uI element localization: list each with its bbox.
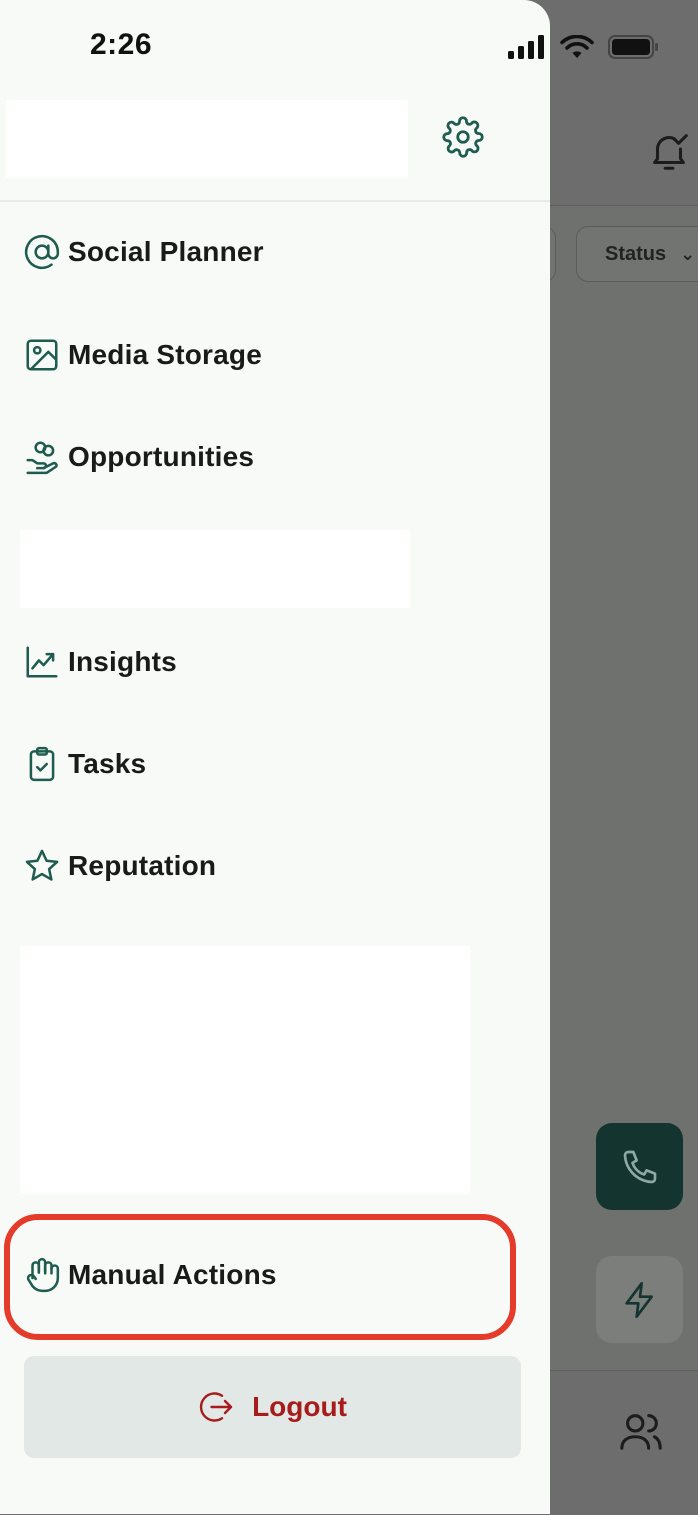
image-icon [22, 335, 62, 375]
menu-section-placeholder[interactable] [20, 946, 470, 1194]
chevron-down-icon: ⌄ [680, 243, 696, 264]
account-header-placeholder[interactable] [6, 100, 408, 178]
clipboard-check-icon [22, 744, 62, 784]
trend-chart-icon [22, 642, 62, 682]
status-filter-chip[interactable]: Status ⌄ [576, 226, 698, 282]
menu-item-tasks[interactable]: Tasks [22, 734, 146, 794]
wifi-icon [560, 35, 594, 58]
status-filter-label: Status [605, 242, 667, 265]
highlight-annotation [4, 1214, 516, 1340]
cellular-signal-icon [508, 35, 544, 59]
navigation-drawer: Social Planner Media Storage Opportuniti… [0, 0, 550, 1514]
header-divider [0, 200, 550, 202]
logout-button[interactable]: Logout [24, 1356, 521, 1458]
gear-icon [442, 116, 484, 158]
quick-action-fab-button[interactable] [596, 1256, 683, 1343]
status-bar: 2:26 [0, 0, 698, 92]
menu-item-opportunities[interactable]: Opportunities [22, 427, 254, 487]
menu-item-label: Social Planner [68, 236, 264, 267]
menu-item-label: Opportunities [68, 441, 255, 472]
phone-icon [623, 1150, 656, 1183]
menu-item-social-planner[interactable]: Social Planner [22, 222, 264, 282]
logout-icon [199, 1392, 233, 1422]
menu-item-label: Media Storage [68, 339, 262, 370]
menu-item-media-storage[interactable]: Media Storage [22, 325, 262, 385]
lightning-icon [624, 1281, 653, 1318]
battery-icon [608, 35, 658, 59]
bell-check-icon [653, 134, 688, 170]
hand-coins-icon [22, 437, 62, 477]
menu-item-insights[interactable]: Insights [22, 632, 177, 692]
at-sign-icon [22, 232, 62, 272]
menu-item-label: Tasks [68, 748, 147, 779]
menu-item-label: Reputation [68, 850, 217, 881]
logout-label: Logout [252, 1391, 347, 1422]
call-fab-button[interactable] [596, 1123, 683, 1210]
menu-item-reputation[interactable]: Reputation [22, 836, 216, 896]
menu-item-placeholder[interactable] [20, 530, 410, 608]
settings-button[interactable] [440, 114, 486, 160]
contacts-icon [620, 1414, 662, 1450]
star-icon [22, 846, 62, 886]
menu-item-label: Insights [68, 646, 177, 677]
status-time: 2:26 [90, 28, 153, 61]
